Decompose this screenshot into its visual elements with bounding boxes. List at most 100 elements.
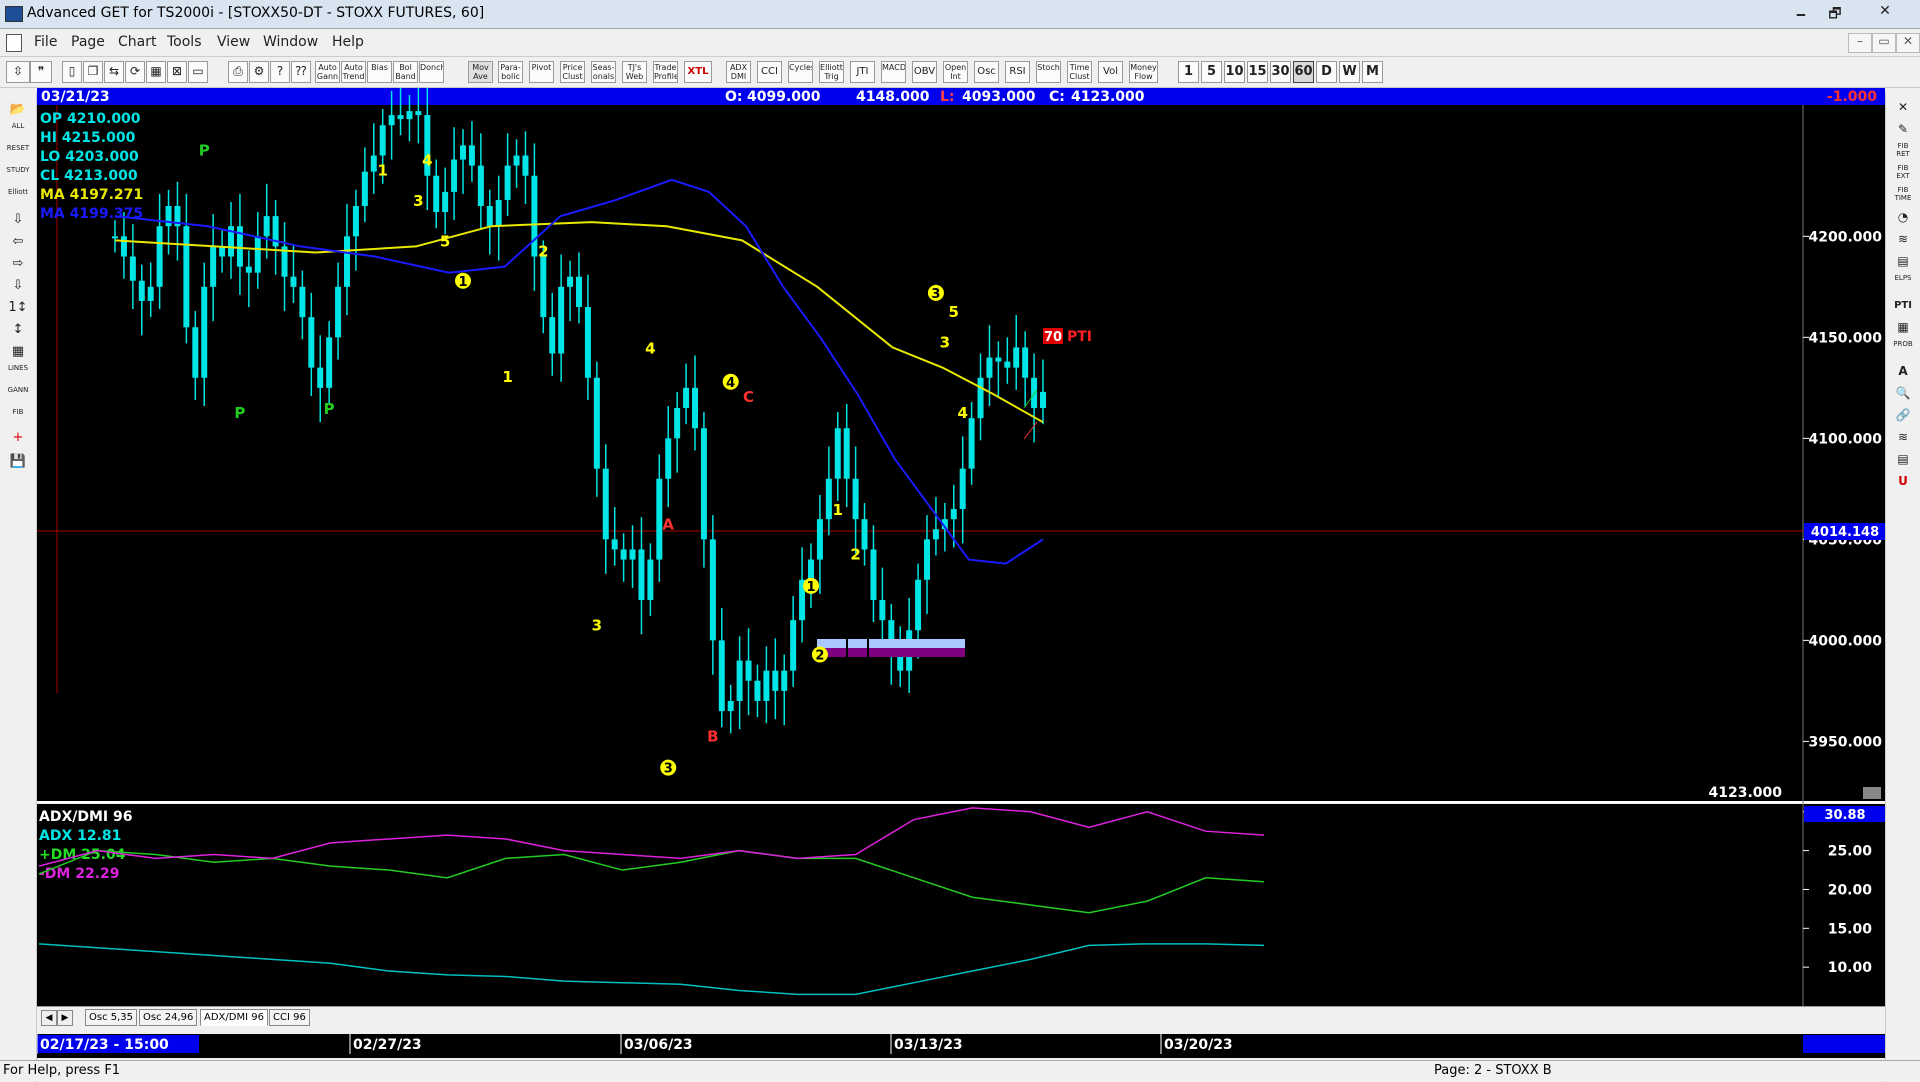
- tab-next-icon[interactable]: ▶: [57, 1010, 73, 1026]
- ellipse-icon[interactable]: ELPS: [1890, 274, 1916, 293]
- study-seasonals[interactable]: Seas- onals: [591, 61, 616, 83]
- study-cci[interactable]: CCI: [757, 61, 782, 83]
- table-icon[interactable]: ▤: [1890, 450, 1916, 469]
- study-bias[interactable]: Bias: [367, 61, 392, 83]
- oscillator-pane[interactable]: [37, 804, 1885, 1006]
- study-price-clust[interactable]: Price Clust: [560, 61, 585, 83]
- study-obv[interactable]: OBV: [912, 61, 937, 83]
- lines-tool-icon[interactable]: LINES: [5, 364, 31, 384]
- grid-icon[interactable]: ▦: [146, 61, 166, 83]
- study-auto-trend[interactable]: Auto Trend: [341, 61, 366, 83]
- study-vol[interactable]: Vol: [1098, 61, 1123, 83]
- study-adx-dmi[interactable]: ADX DMI: [726, 61, 751, 83]
- save-icon[interactable]: 💾: [5, 452, 31, 472]
- study-bol-band[interactable]: Bol Band: [393, 61, 418, 83]
- compress-icon[interactable]: ↕: [5, 320, 31, 340]
- gann-tool-icon[interactable]: GANN: [5, 386, 31, 406]
- copy-icon[interactable]: ❐: [83, 61, 103, 83]
- pti-icon[interactable]: PTI: [1890, 296, 1916, 315]
- study-pivot[interactable]: Pivot: [529, 61, 554, 83]
- mdi-minimize-button[interactable]: –: [1848, 33, 1872, 53]
- study-open-int[interactable]: Open Int: [943, 61, 968, 83]
- period-30[interactable]: 30: [1270, 61, 1291, 83]
- reset-tool-icon[interactable]: RESET: [5, 144, 31, 164]
- menu-window[interactable]: Window: [263, 34, 318, 50]
- arrow-right-icon[interactable]: ⇨: [5, 254, 31, 274]
- tab-osc-5-35[interactable]: Osc 5,35: [85, 1009, 138, 1026]
- study-jti[interactable]: JTI: [850, 61, 875, 83]
- delete-icon[interactable]: ⊠: [167, 61, 187, 83]
- chart-area[interactable]: 03/21/23 O: 4099.000 4148.000 L: 4093.00…: [37, 88, 1885, 1060]
- print-icon[interactable]: ⎙: [228, 61, 248, 83]
- channel-icon[interactable]: ▤: [1890, 252, 1916, 271]
- study-rsi[interactable]: RSI: [1005, 61, 1030, 83]
- study-money-flow[interactable]: Money Flow: [1129, 61, 1158, 83]
- arrow-left-icon[interactable]: ⇦: [5, 232, 31, 252]
- link-icon[interactable]: 🔗: [1890, 406, 1916, 425]
- study-tool-icon[interactable]: STUDY: [5, 166, 31, 186]
- open-folder-icon[interactable]: 📂: [5, 100, 31, 120]
- pane-settings-icon[interactable]: [1863, 787, 1881, 799]
- arrow-down-icon[interactable]: ⇩: [5, 210, 31, 230]
- period-daily[interactable]: D: [1316, 61, 1337, 83]
- text-tool-icon[interactable]: A: [1890, 362, 1916, 381]
- mdi-restore-button[interactable]: ▭: [1872, 33, 1896, 53]
- study-time-clust[interactable]: Time Clust: [1067, 61, 1092, 83]
- tab-adx-dmi-96[interactable]: ADX/DMI 96: [200, 1009, 268, 1026]
- grid-toggle-icon[interactable]: ▦: [5, 342, 31, 362]
- period-1[interactable]: 1: [1178, 61, 1199, 83]
- mdi-close-button[interactable]: ✕: [1896, 33, 1920, 53]
- period-10[interactable]: 10: [1224, 61, 1245, 83]
- help-icon[interactable]: ?: [270, 61, 290, 83]
- pencil-icon[interactable]: ✎: [1890, 120, 1916, 139]
- window-close-button[interactable]: ✕: [1870, 3, 1900, 23]
- profile-icon[interactable]: ▦: [1890, 318, 1916, 337]
- study-tjs-web[interactable]: TJ's Web: [622, 61, 647, 83]
- menu-help[interactable]: Help: [332, 34, 364, 50]
- menu-file[interactable]: File: [34, 34, 57, 50]
- study-parabolic[interactable]: Para- bolic: [498, 61, 523, 83]
- tab-prev-icon[interactable]: ◀: [41, 1010, 57, 1026]
- menu-tools[interactable]: Tools: [167, 34, 202, 50]
- study-cycles[interactable]: Cycles: [788, 61, 813, 83]
- delete-drawing-icon[interactable]: ✕: [1890, 98, 1916, 117]
- period-15[interactable]: 15: [1247, 61, 1268, 83]
- arc-icon[interactable]: ◔: [1890, 208, 1916, 227]
- fib-time-icon[interactable]: FIB TIME: [1890, 186, 1916, 205]
- refresh-icon[interactable]: ⟳: [125, 61, 145, 83]
- prob-icon[interactable]: PROB: [1890, 340, 1916, 359]
- menu-view[interactable]: View: [217, 34, 250, 50]
- tab-cci-96[interactable]: CCI 96: [269, 1009, 310, 1026]
- study-xtl[interactable]: XTL: [684, 61, 712, 83]
- new-page-icon[interactable]: ▯: [62, 61, 82, 83]
- crosshair-icon[interactable]: +: [5, 428, 31, 448]
- zoom-one-icon[interactable]: 1↕: [5, 298, 31, 318]
- cursor-tool-icon[interactable]: ⇳: [6, 61, 30, 83]
- period-60[interactable]: 60: [1293, 61, 1314, 83]
- study-mov-ave[interactable]: Mov Ave: [468, 61, 493, 83]
- elliott-tool-icon[interactable]: Elliott: [5, 188, 31, 208]
- window-minimize-button[interactable]: 🗕: [1786, 3, 1816, 23]
- study-osc[interactable]: Osc: [974, 61, 999, 83]
- fib-ret-icon[interactable]: FIB RET: [1890, 142, 1916, 161]
- study-auto-gann[interactable]: Auto Gann: [315, 61, 340, 83]
- settings-icon[interactable]: ⚙: [249, 61, 269, 83]
- fib-ext-icon[interactable]: FIB EXT: [1890, 164, 1916, 183]
- study-trade-profile[interactable]: Trade Profile: [653, 61, 678, 83]
- price-pane[interactable]: [37, 105, 1885, 802]
- study-donch[interactable]: Donch: [419, 61, 444, 83]
- study-macd[interactable]: MACD: [881, 61, 906, 83]
- wave-icon[interactable]: ≋: [1890, 428, 1916, 447]
- all-tool-icon[interactable]: ALL: [5, 122, 31, 142]
- layout-icon[interactable]: ▭: [188, 61, 208, 83]
- zoom-icon[interactable]: 🔍: [1890, 384, 1916, 403]
- window-maximize-button[interactable]: 🗗: [1820, 3, 1850, 23]
- document-icon[interactable]: [6, 34, 22, 52]
- tab-osc-24-96[interactable]: Osc 24,96: [139, 1009, 198, 1026]
- study-stoch[interactable]: Stoch: [1036, 61, 1061, 83]
- quote-tool-icon[interactable]: ❞: [30, 61, 52, 83]
- period-weekly[interactable]: W: [1339, 61, 1360, 83]
- context-help-icon[interactable]: ⁇: [291, 61, 311, 83]
- study-elliott-trig[interactable]: Elliott Trig: [819, 61, 844, 83]
- period-5[interactable]: 5: [1201, 61, 1222, 83]
